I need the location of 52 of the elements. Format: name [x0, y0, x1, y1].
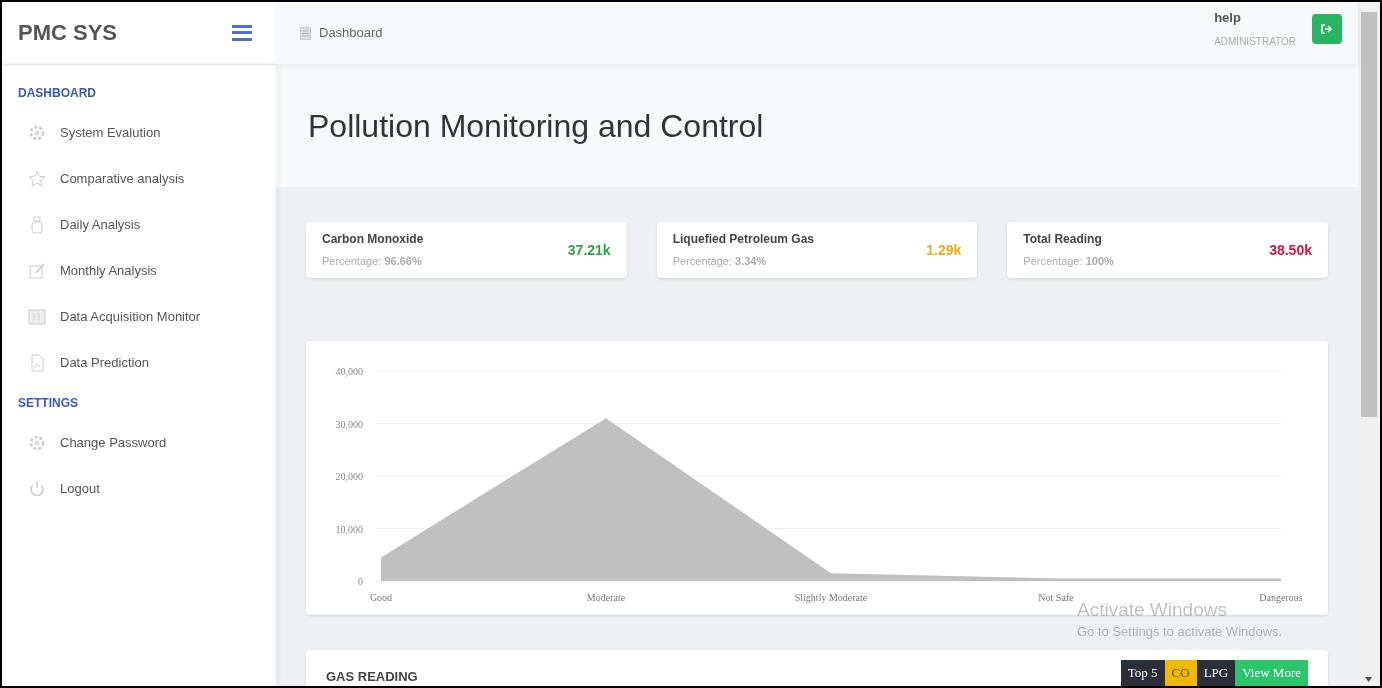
filter-button[interactable]: CO — [1164, 660, 1197, 686]
stat-title: Carbon Monoxide — [322, 231, 424, 249]
filter-button[interactable]: LPG — [1196, 660, 1236, 686]
x-axis-label: Not Safe — [1038, 592, 1074, 603]
stat-title: Liquefied Petroleum Gas — [672, 231, 815, 249]
activation-text: Go to Settings to activate Windows. — [1077, 623, 1283, 641]
x-axis-label: Dangerous — [1259, 592, 1303, 603]
stat-title: Total Reading — [1023, 231, 1103, 249]
sidebar-item[interactable]: System Evalution — [2, 110, 276, 156]
power-icon — [28, 480, 46, 498]
document-icon — [300, 26, 311, 40]
sidebar-item[interactable]: Daily Analysis — [2, 202, 276, 248]
stat-caption: Percentage: 100% — [1023, 254, 1114, 270]
y-axis-label: 30,000 — [335, 418, 363, 430]
section-title: GAS READING — [326, 669, 418, 685]
document-icon — [28, 354, 46, 372]
menu-icon[interactable] — [232, 24, 252, 41]
gear-icon — [28, 124, 46, 142]
stat-value: 1.29k — [926, 240, 962, 260]
page-title: Pollution Monitoring and Control — [308, 106, 764, 146]
stat-caption: Percentage: 3.34% — [672, 254, 768, 270]
sidebar-item[interactable]: Logout — [2, 466, 276, 512]
scrollbar[interactable] — [1358, 2, 1380, 686]
exit-icon — [1321, 24, 1333, 34]
sidebar-item[interactable]: Monthly Analysis — [2, 248, 276, 294]
sidebar-item[interactable]: Data Acquisition Monitor — [2, 294, 276, 340]
x-axis-label: Slightly Moderate — [794, 592, 868, 603]
y-axis-label: 0 — [358, 576, 363, 587]
star-icon — [28, 170, 46, 188]
user-role: ADMINISTRATOR — [1214, 35, 1296, 49]
bottle-icon — [28, 216, 46, 234]
sidebar-item[interactable]: Data Prediction — [2, 340, 276, 386]
monitor-icon — [28, 308, 46, 326]
section-heading: SETTINGS — [17, 395, 79, 412]
sidebar-item[interactable]: Comparative analysis — [2, 156, 276, 202]
gear-icon — [28, 434, 46, 452]
y-axis-label: 40,000 — [335, 366, 363, 377]
sidebar-item[interactable]: Change Password — [2, 420, 276, 466]
brand-title: PMC SYS — [18, 19, 118, 47]
stat-value: 37.21k — [567, 240, 611, 260]
y-axis-label: 20,000 — [335, 471, 363, 482]
edit-icon — [28, 262, 46, 280]
x-axis-label: Moderate — [586, 592, 626, 603]
x-axis-label: Good — [369, 592, 393, 603]
filter-button[interactable]: Top 5 — [1120, 660, 1165, 686]
section-heading: DASHBOARD — [17, 85, 97, 102]
y-axis-label: 10,000 — [335, 523, 363, 535]
breadcrumb[interactable]: Dashboard — [319, 23, 383, 43]
scroll-down-icon[interactable] — [1365, 677, 1372, 682]
stat-value: 38.50k — [1269, 240, 1312, 260]
stat-caption: Percentage: 96.66% — [322, 254, 423, 270]
user-name: help — [1214, 10, 1242, 26]
